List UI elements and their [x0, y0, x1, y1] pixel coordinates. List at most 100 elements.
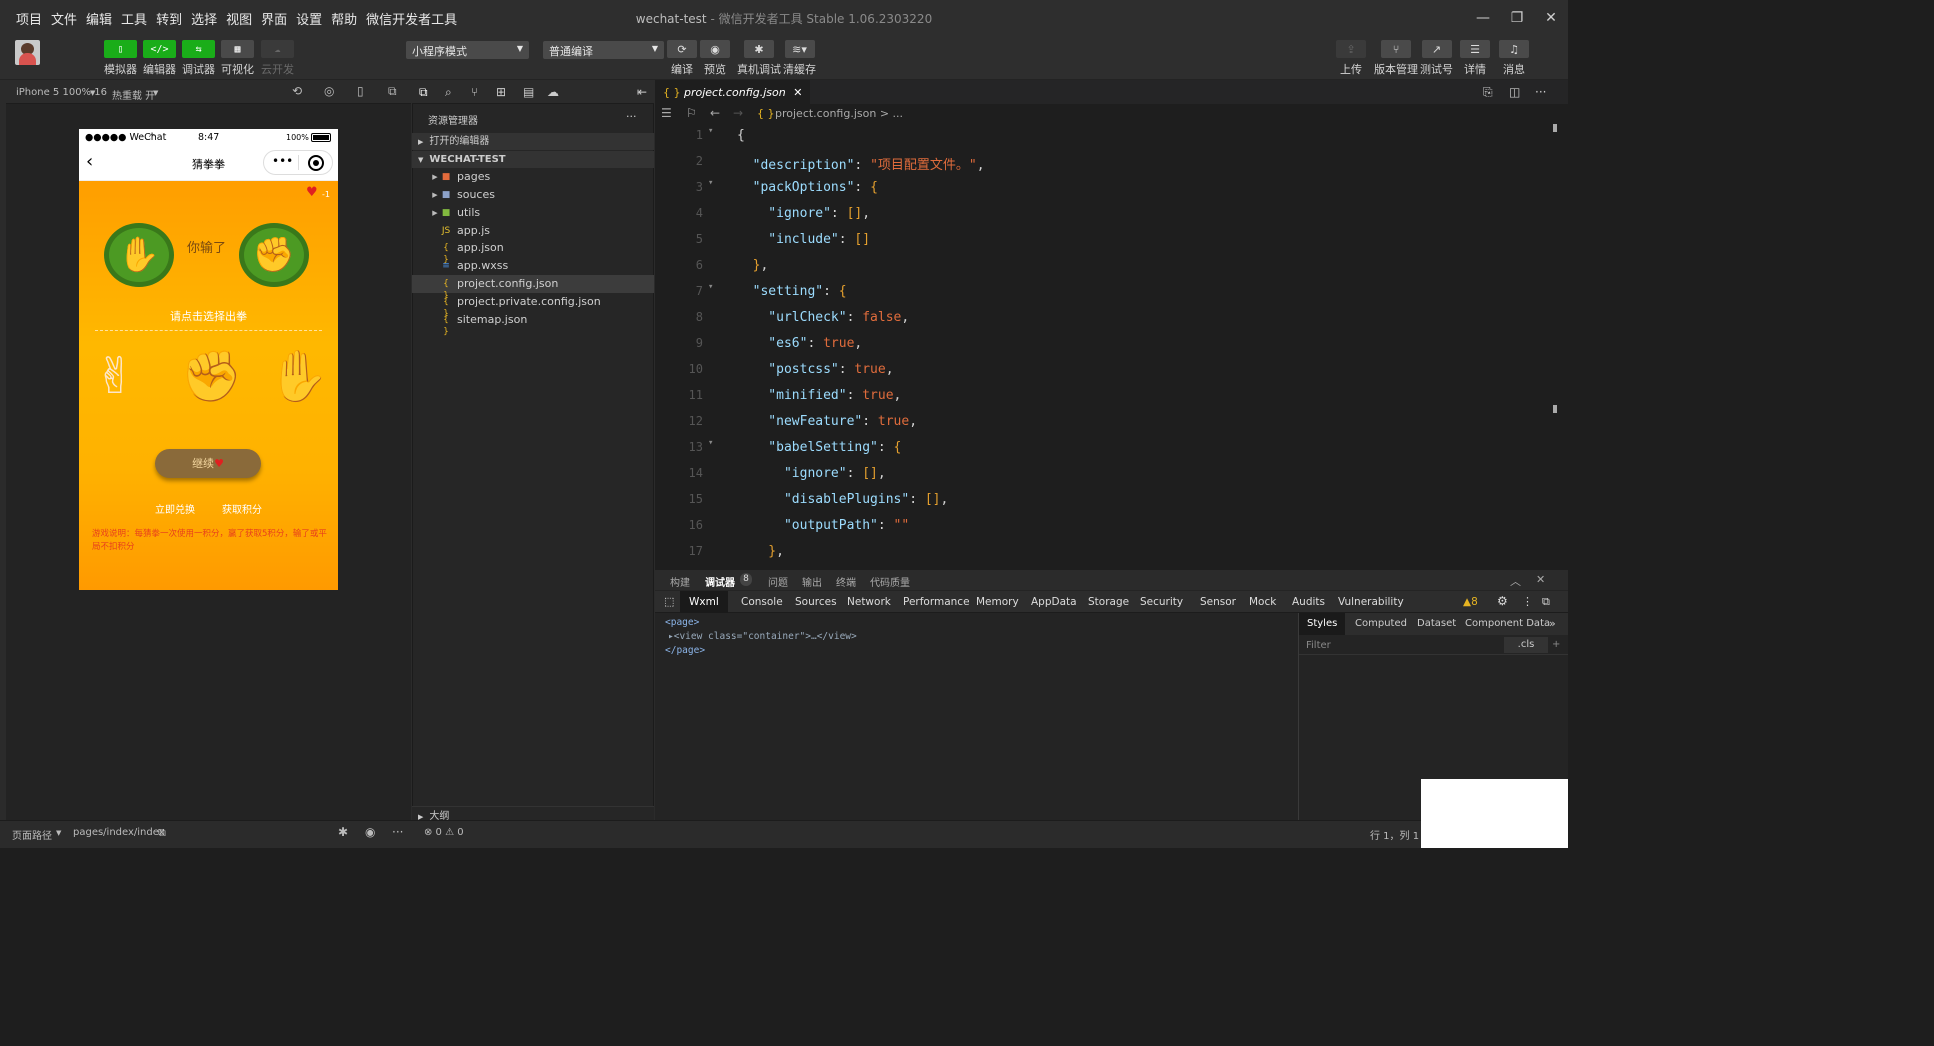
- visual-button[interactable]: ▦ 可视化: [221, 40, 254, 77]
- menu-item[interactable]: 视图: [226, 9, 252, 28]
- tree-item[interactable]: ▶ ■ pages: [412, 168, 654, 186]
- devtools-tab[interactable]: Console: [741, 596, 783, 608]
- list-icon[interactable]: ☰: [661, 106, 672, 120]
- gear-icon[interactable]: ⚙: [1497, 594, 1508, 608]
- close-icon[interactable]: ✕: [1534, 0, 1568, 36]
- menu-item[interactable]: 项目: [16, 9, 42, 28]
- continue-button[interactable]: 继续♥: [155, 449, 261, 478]
- hot-reload-toggle[interactable]: 热重载 开: [112, 87, 155, 102]
- tree-item[interactable]: ≡ app.wxss: [412, 257, 654, 275]
- wxml-node[interactable]: ▸<view class="container">…</view>: [665, 630, 857, 644]
- menu-item[interactable]: 选择: [191, 9, 217, 28]
- menu-item[interactable]: 界面: [261, 9, 287, 28]
- close-miniprogram-icon[interactable]: [308, 155, 324, 171]
- styles-tab[interactable]: Dataset: [1409, 613, 1464, 635]
- storage-icon[interactable]: ▤: [523, 85, 534, 99]
- wxml-tree[interactable]: <page> ▸<view class="container">…</view> <…: [665, 616, 857, 658]
- wxml-node[interactable]: </page>: [665, 644, 857, 658]
- devtools-tab[interactable]: AppData: [1031, 596, 1077, 608]
- arrow-left-icon[interactable]: ←: [710, 106, 720, 120]
- plus-icon[interactable]: +: [1552, 639, 1560, 650]
- menu-item[interactable]: 转到: [156, 9, 182, 28]
- paper-choice-icon[interactable]: ✋: [267, 351, 329, 401]
- more-icon[interactable]: ···: [1535, 85, 1546, 99]
- copy-icon[interactable]: ⧉: [158, 826, 166, 840]
- inspect-icon[interactable]: ⬚: [664, 595, 674, 608]
- devtools-tab[interactable]: Sensor: [1200, 596, 1236, 608]
- cls-button[interactable]: .cls: [1504, 637, 1548, 653]
- menu-item[interactable]: 工具: [121, 9, 147, 28]
- clear-cache-button[interactable]: ≋▾ 清缓存: [783, 40, 816, 77]
- details-button[interactable]: ☰ 详情: [1460, 40, 1490, 77]
- menu-item[interactable]: 编辑: [86, 9, 112, 28]
- tree-item[interactable]: { } project.private.config.json: [412, 293, 654, 319]
- cursor-position[interactable]: 行 1，列 1: [1370, 827, 1419, 842]
- more-icon[interactable]: •••: [272, 154, 293, 168]
- tab-project-config[interactable]: { } project.config.json ✕: [655, 80, 811, 104]
- panel-tab[interactable]: 代码质量: [870, 574, 910, 589]
- chevron-up-icon[interactable]: ︿: [1510, 573, 1521, 589]
- avatar[interactable]: [15, 40, 40, 65]
- docker-icon[interactable]: ☁: [547, 85, 559, 99]
- tree-item[interactable]: ▶ ■ utils: [412, 204, 654, 222]
- wxml-node[interactable]: <page>: [665, 616, 857, 630]
- close-icon[interactable]: ✕: [793, 86, 802, 99]
- devtools-tab[interactable]: Audits: [1292, 596, 1325, 608]
- devtools-tab[interactable]: Security: [1140, 596, 1183, 608]
- page-path-label[interactable]: 页面路径: [12, 827, 52, 842]
- fold-icon[interactable]: ▾: [708, 282, 713, 292]
- panel-tab[interactable]: 构建: [670, 574, 690, 589]
- fold-icon[interactable]: ▾: [708, 438, 713, 448]
- breadcrumb-path[interactable]: project.config.json > ...: [775, 107, 903, 120]
- preview-button[interactable]: ◉ 预览: [700, 40, 730, 77]
- menu-item[interactable]: 设置: [296, 9, 322, 28]
- more-icon[interactable]: ···: [392, 825, 403, 839]
- menu-item[interactable]: 帮助: [331, 9, 357, 28]
- minimize-icon[interactable]: —: [1466, 0, 1500, 36]
- code-content[interactable]: 1 ▾ {2 "description": "项目配置文件。", 3 ▾ "packOp…: [655, 124, 1555, 570]
- compile-mode-select[interactable]: 普通编译 ▼: [543, 41, 664, 59]
- simulator-button[interactable]: ▯ 模拟器: [104, 40, 137, 77]
- capsule-menu[interactable]: •••: [263, 150, 333, 175]
- mode-select[interactable]: 小程序模式 ▼: [406, 41, 529, 59]
- panel-tab[interactable]: 问题: [768, 574, 788, 589]
- devtools-tab[interactable]: Performance: [903, 596, 970, 608]
- stop-icon[interactable]: ◎: [324, 84, 334, 98]
- devtools-tab[interactable]: Vulnerability: [1338, 596, 1404, 608]
- devtools-tab[interactable]: Mock: [1249, 596, 1276, 608]
- menu-item[interactable]: 微信开发者工具: [366, 9, 457, 28]
- files-icon[interactable]: ⧉: [419, 85, 428, 100]
- search-icon[interactable]: ⌕: [445, 85, 452, 100]
- fold-icon[interactable]: ▾: [708, 126, 713, 136]
- styles-tab[interactable]: Styles: [1299, 613, 1346, 635]
- redeem-link[interactable]: 立即兑换: [155, 501, 195, 516]
- menu-item[interactable]: 文件: [51, 9, 77, 28]
- warning-count[interactable]: ▲8: [1463, 596, 1478, 608]
- devtools-tab[interactable]: Sources: [795, 596, 837, 608]
- remote-debug-button[interactable]: ✱ 真机调试: [737, 40, 781, 77]
- panel-tab[interactable]: 调试器: [705, 574, 735, 589]
- open-editors-section[interactable]: ▶ 打开的编辑器: [412, 133, 654, 150]
- fold-icon[interactable]: ▾: [708, 178, 713, 188]
- maximize-icon[interactable]: ❐: [1500, 0, 1534, 36]
- problems-count[interactable]: ⊗ 0 ⚠ 0: [424, 827, 464, 838]
- tree-item[interactable]: JS app.js: [412, 222, 654, 240]
- styles-tab[interactable]: Computed: [1347, 613, 1415, 635]
- popout-icon[interactable]: ⧉: [388, 84, 397, 99]
- version-button[interactable]: ⑂ 版本管理: [1374, 40, 1418, 77]
- more-icon[interactable]: ···: [626, 110, 637, 123]
- project-section[interactable]: ▼ WECHAT-TEST: [412, 151, 654, 168]
- panel-tab[interactable]: 终端: [836, 574, 856, 589]
- scissors-choice-icon[interactable]: ✌: [94, 351, 136, 401]
- close-icon[interactable]: ✕: [1536, 573, 1545, 586]
- panel-tab[interactable]: 输出: [802, 574, 822, 589]
- devtools-tab[interactable]: Storage: [1088, 596, 1129, 608]
- open-file-icon[interactable]: ⎘: [1483, 85, 1493, 100]
- outline-section[interactable]: ▶ 大纲: [412, 806, 654, 822]
- compile-button[interactable]: ⟳ 编译: [667, 40, 697, 77]
- debugger-button[interactable]: ⇆ 调试器: [182, 40, 215, 77]
- messages-button[interactable]: ♫ 消息: [1499, 40, 1529, 77]
- eye-icon[interactable]: ◉: [365, 825, 375, 839]
- phone-icon[interactable]: ▯: [357, 84, 364, 98]
- devtools-tab[interactable]: Wxml: [680, 591, 728, 613]
